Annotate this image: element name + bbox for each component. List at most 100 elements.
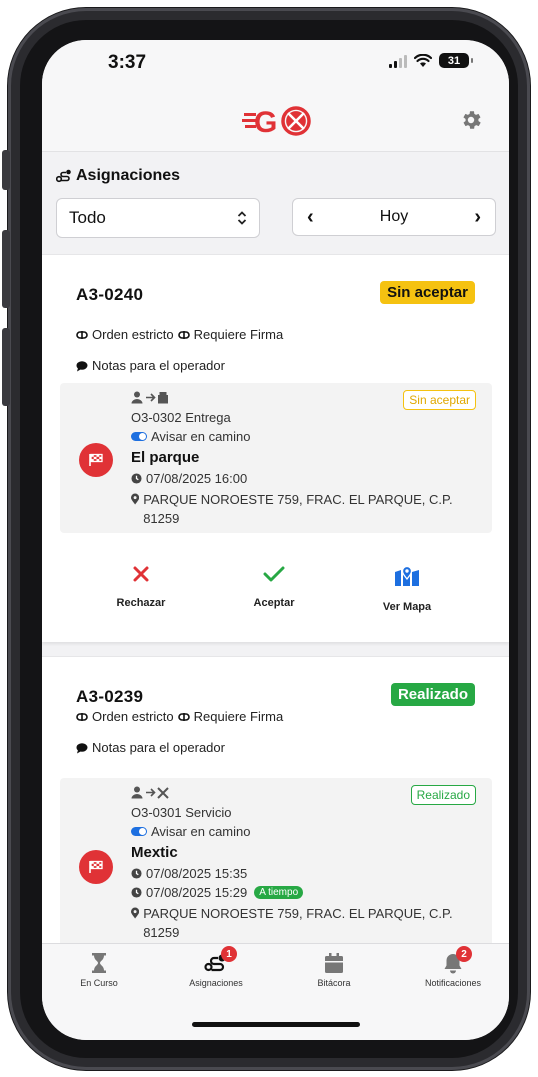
notes-text: Notas para el operador bbox=[92, 358, 225, 373]
notify-toggle-row[interactable]: Avisar en camino bbox=[131, 824, 250, 839]
map-marker-icon bbox=[131, 907, 140, 919]
app-screen: 3:37 31 G Asignaciones Todo ‹ Hoy › A3-0… bbox=[42, 40, 509, 1040]
reject-button[interactable]: Rechazar bbox=[86, 565, 196, 609]
section-title-text: Asignaciones bbox=[76, 167, 181, 184]
assignment-notes: Notas para el operador bbox=[76, 358, 225, 373]
date-label: Hoy bbox=[379, 208, 409, 225]
svg-text:G: G bbox=[254, 106, 277, 138]
stop-completed: 07/08/2025 15:29 A tiempo bbox=[131, 885, 304, 900]
tab-notificaciones[interactable]: 2 Notificaciones bbox=[398, 946, 508, 988]
stop-schedule: 07/08/2025 15:35 bbox=[131, 866, 247, 881]
link-icon bbox=[177, 712, 190, 721]
tab-label: En Curso bbox=[80, 978, 118, 988]
address-text: PARQUE NOROESTE 759, FRAC. EL PARQUE, C.… bbox=[143, 906, 453, 940]
assignment-actions: Rechazar Aceptar Ver Mapa bbox=[42, 565, 509, 635]
updown-chevron-icon bbox=[237, 211, 247, 225]
address-text: PARQUE NOROESTE 759, FRAC. EL PARQUE, C.… bbox=[143, 492, 453, 526]
stop-address: PARQUE NOROESTE 759, FRAC. EL PARQUE, C.… bbox=[131, 904, 461, 942]
assignment-code: A3-0240 bbox=[76, 285, 144, 304]
accept-label: Aceptar bbox=[253, 597, 295, 609]
clock-icon bbox=[131, 887, 142, 898]
stop-name: Mextic bbox=[131, 844, 178, 861]
reject-label: Rechazar bbox=[116, 597, 166, 609]
next-day-button[interactable]: › bbox=[474, 206, 481, 229]
section-title: Asignaciones bbox=[56, 167, 180, 185]
signal-icon bbox=[389, 54, 407, 68]
assignment-notes: Notas para el operador bbox=[76, 740, 225, 755]
wifi-icon bbox=[414, 53, 432, 67]
tab-en-curso[interactable]: En Curso bbox=[44, 952, 154, 988]
date-navigator: ‹ Hoy › bbox=[292, 198, 496, 236]
notify-label: Avisar en camino bbox=[151, 824, 251, 839]
hourglass-icon bbox=[92, 953, 106, 973]
g-logo-icon: G bbox=[242, 106, 311, 138]
completed-time: 07/08/2025 15:29 bbox=[146, 885, 248, 900]
stop-address: PARQUE NOROESTE 759, FRAC. EL PARQUE, C.… bbox=[131, 490, 461, 528]
tag-strict-order: Orden estricto bbox=[92, 327, 174, 342]
mute-switch bbox=[2, 150, 10, 190]
stop-schedule: 07/08/2025 16:00 bbox=[131, 471, 247, 486]
stop-panel[interactable]: Sin aceptar O3-0302 Entrega Avisar en ca… bbox=[60, 383, 492, 533]
calendar-icon bbox=[325, 953, 343, 973]
status-badge: Sin aceptar bbox=[380, 281, 475, 304]
notification-count-badge: 2 bbox=[456, 946, 472, 962]
gear-icon[interactable] bbox=[459, 108, 483, 132]
on-time-badge: A tiempo bbox=[254, 886, 304, 899]
assignment-tags: Orden estricto Requiere Firma bbox=[76, 709, 283, 724]
route-icon bbox=[56, 169, 71, 183]
prev-day-button[interactable]: ‹ bbox=[307, 206, 314, 229]
volume-down-button bbox=[2, 328, 10, 406]
notification-count-badge: 1 bbox=[221, 946, 237, 962]
assignment-tags: Orden estricto Requiere Firma bbox=[76, 327, 283, 342]
stop-status-badge: Sin aceptar bbox=[403, 390, 476, 410]
battery-indicator: 31 bbox=[439, 53, 473, 68]
toggle-icon[interactable] bbox=[131, 432, 147, 441]
view-map-label: Ver Mapa bbox=[382, 601, 432, 613]
finish-flag-icon bbox=[79, 850, 113, 884]
status-bar: 3:37 31 bbox=[42, 40, 509, 98]
tag-signature: Requiere Firma bbox=[193, 327, 284, 342]
stop-order: O3-0302 Entrega bbox=[131, 410, 231, 425]
status-icons: 31 bbox=[389, 53, 473, 68]
assignment-code: A3-0239 bbox=[76, 687, 144, 706]
person-arrow-tools-icon bbox=[131, 786, 169, 799]
link-icon bbox=[76, 712, 88, 721]
tab-asignaciones[interactable]: 1 Asignaciones bbox=[161, 946, 271, 988]
scheduled-time: 07/08/2025 16:00 bbox=[146, 471, 248, 486]
status-filter-select[interactable]: Todo bbox=[56, 198, 260, 238]
notify-toggle-row[interactable]: Avisar en camino bbox=[131, 429, 250, 444]
link-icon bbox=[177, 330, 190, 339]
notes-text: Notas para el operador bbox=[92, 740, 225, 755]
accept-button[interactable]: Aceptar bbox=[219, 565, 329, 609]
stop-order: O3-0301 Servicio bbox=[131, 805, 232, 820]
status-filter-value: Todo bbox=[69, 208, 106, 227]
volume-up-button bbox=[2, 230, 10, 308]
view-map-button[interactable]: Ver Mapa bbox=[352, 565, 462, 613]
scheduled-time: 07/08/2025 15:35 bbox=[146, 866, 248, 881]
stop-status-badge: Realizado bbox=[410, 785, 476, 805]
check-icon bbox=[263, 566, 285, 582]
stop-name: El parque bbox=[131, 449, 200, 466]
notify-label: Avisar en camino bbox=[151, 429, 251, 444]
comment-icon bbox=[76, 360, 88, 371]
tag-strict-order: Orden estricto bbox=[92, 709, 174, 724]
toggle-icon[interactable] bbox=[131, 827, 147, 836]
status-badge: Realizado bbox=[390, 683, 475, 706]
tab-bitacora[interactable]: Bitácora bbox=[279, 952, 389, 988]
finish-flag-icon bbox=[79, 443, 113, 477]
map-marker-icon bbox=[131, 493, 140, 505]
comment-icon bbox=[76, 742, 88, 753]
person-arrow-box-icon bbox=[131, 391, 169, 404]
assignment-card[interactable]: A3-0240 Sin aceptar Orden estricto Requi… bbox=[42, 254, 509, 642]
map-pin-icon bbox=[395, 565, 419, 586]
tag-signature: Requiere Firma bbox=[193, 709, 284, 724]
clock-icon bbox=[131, 473, 142, 484]
link-icon bbox=[76, 330, 88, 339]
status-time: 3:37 bbox=[108, 52, 147, 73]
tab-label: Bitácora bbox=[317, 978, 351, 988]
tab-label: Notificaciones bbox=[424, 978, 482, 988]
home-indicator bbox=[192, 1022, 360, 1027]
app-header: G bbox=[42, 98, 509, 152]
tab-label: Asignaciones bbox=[189, 978, 243, 988]
x-icon bbox=[133, 566, 149, 582]
